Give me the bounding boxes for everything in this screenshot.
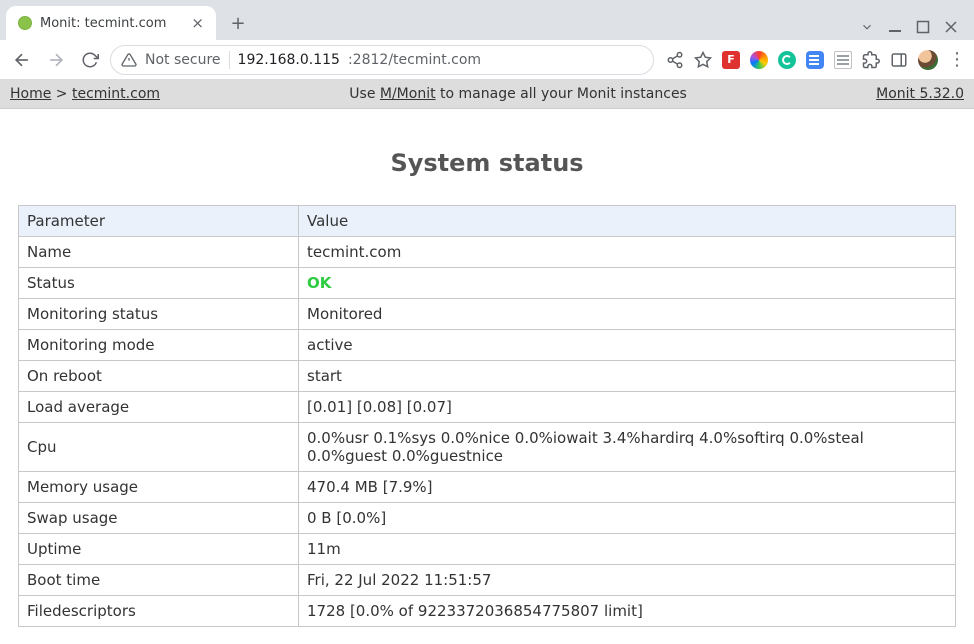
extension-grammarly-icon[interactable] [778, 51, 796, 69]
param-cell: Status [19, 268, 299, 299]
table-row: Memory usage470.4 MB [7.9%] [19, 472, 956, 503]
breadcrumb: Home > tecmint.com [10, 86, 160, 102]
table-row: Status OK [19, 268, 956, 299]
minimize-window-icon[interactable] [888, 20, 902, 34]
value-cell: 1728 [0.0% of 9223372036854775807 limit] [299, 596, 956, 627]
monit-version-link[interactable]: Monit 5.32.0 [876, 86, 964, 102]
value-cell: 470.4 MB [7.9%] [299, 472, 956, 503]
browser-toolbar: Not secure 192.168.0.115 :2812/tecmint.co… [0, 40, 974, 80]
not-secure-label: Not secure [145, 52, 221, 68]
extensions-menu-icon[interactable] [862, 51, 880, 69]
chevron-down-icon[interactable] [860, 20, 874, 34]
value-cell: [0.01] [0.08] [0.07] [299, 392, 956, 423]
status-badge: OK [307, 274, 331, 292]
param-cell: Memory usage [19, 472, 299, 503]
close-tab-icon[interactable]: × [191, 16, 204, 31]
tab-title: Monit: tecmint.com [40, 16, 183, 31]
param-cell: Cpu [19, 423, 299, 472]
value-cell: 0.0%usr 0.1%sys 0.0%nice 0.0%iowait 3.4%… [299, 423, 956, 472]
side-panel-icon[interactable] [890, 51, 908, 69]
col-header-parameter: Parameter [19, 206, 299, 237]
monit-top-bar: Home > tecmint.com Use M/Monit to manage… [0, 80, 974, 109]
table-row: Monitoring statusMonitored [19, 299, 956, 330]
table-row: Monitoring modeactive [19, 330, 956, 361]
breadcrumb-separator: > [51, 86, 72, 102]
value-cell: 11m [299, 534, 956, 565]
param-cell: Load average [19, 392, 299, 423]
page-title: System status [18, 149, 956, 177]
address-bar[interactable]: Not secure 192.168.0.115 :2812/tecmint.co… [110, 45, 654, 75]
table-row: Load average[0.01] [0.08] [0.07] [19, 392, 956, 423]
extension-flipboard-icon[interactable]: F [722, 51, 740, 69]
table-row: On rebootstart [19, 361, 956, 392]
mmonit-link[interactable]: M/Monit [380, 86, 436, 102]
value-cell: tecmint.com [299, 237, 956, 268]
monit-bar-message: Use M/Monit to manage all your Monit ins… [160, 86, 876, 102]
maximize-window-icon[interactable] [916, 20, 930, 34]
reload-button[interactable] [76, 46, 104, 74]
param-cell: Monitoring mode [19, 330, 299, 361]
new-tab-button[interactable]: + [224, 9, 252, 37]
address-host: 192.168.0.115 [238, 52, 340, 68]
value-cell: OK [299, 268, 956, 299]
extension-todo-icon[interactable] [806, 51, 824, 69]
table-row: Swap usage0 B [0.0%] [19, 503, 956, 534]
forward-button[interactable] [42, 46, 70, 74]
tab-favicon [18, 16, 32, 30]
monit-msg-suffix: to manage all your Monit instances [436, 86, 687, 102]
value-cell: start [299, 361, 956, 392]
not-secure-icon [121, 52, 137, 68]
param-cell: Name [19, 237, 299, 268]
share-icon[interactable] [666, 51, 684, 69]
browser-chrome: Monit: tecmint.com × + [0, 0, 974, 80]
main-content: System status Parameter Value Nametecmin… [0, 109, 974, 644]
status-table: Parameter Value Nametecmint.comStatus OK M… [18, 205, 956, 627]
breadcrumb-home-link[interactable]: Home [10, 86, 51, 102]
page-viewport[interactable]: Home > tecmint.com Use M/Monit to manage… [0, 80, 974, 644]
window-controls [860, 20, 968, 40]
value-cell: Fri, 22 Jul 2022 11:51:57 [299, 565, 956, 596]
extension-dictionary-icon[interactable] [834, 51, 852, 69]
close-window-icon[interactable] [944, 20, 958, 34]
monit-msg-prefix: Use [349, 86, 380, 102]
profile-avatar[interactable] [918, 50, 938, 70]
param-cell: Swap usage [19, 503, 299, 534]
kebab-menu-icon[interactable]: ⋮ [948, 51, 966, 69]
table-row: Cpu0.0%usr 0.1%sys 0.0%nice 0.0%iowait 3… [19, 423, 956, 472]
table-row: Uptime11m [19, 534, 956, 565]
param-cell: Boot time [19, 565, 299, 596]
value-cell: 0 B [0.0%] [299, 503, 956, 534]
table-row: Filedescriptors1728 [0.0% of 92233720368… [19, 596, 956, 627]
back-button[interactable] [8, 46, 36, 74]
browser-tab[interactable]: Monit: tecmint.com × [6, 6, 216, 40]
table-row: Boot timeFri, 22 Jul 2022 11:51:57 [19, 565, 956, 596]
param-cell: On reboot [19, 361, 299, 392]
param-cell: Filedescriptors [19, 596, 299, 627]
breadcrumb-host-link[interactable]: tecmint.com [72, 86, 160, 102]
value-cell: Monitored [299, 299, 956, 330]
param-cell: Uptime [19, 534, 299, 565]
address-path: :2812/tecmint.com [348, 52, 481, 68]
col-header-value: Value [299, 206, 956, 237]
bookmark-star-icon[interactable] [694, 51, 712, 69]
param-cell: Monitoring status [19, 299, 299, 330]
value-cell: active [299, 330, 956, 361]
address-separator [229, 51, 230, 69]
tab-strip: Monit: tecmint.com × + [0, 0, 974, 40]
extension-rainbow-icon[interactable] [750, 51, 768, 69]
toolbar-actions: F ⋮ [660, 50, 966, 70]
table-row: Nametecmint.com [19, 237, 956, 268]
